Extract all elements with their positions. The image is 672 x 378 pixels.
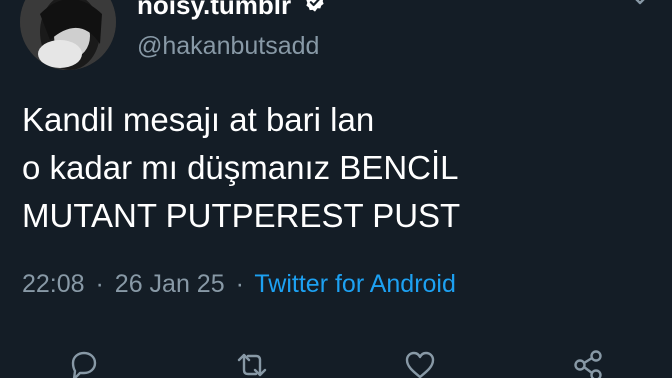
chevron-down-icon[interactable] — [628, 0, 652, 8]
tweet-text-line: MUTANT PUTPEREST PUST — [22, 197, 461, 234]
share-icon — [574, 350, 602, 378]
tweet-date: 26 Jan 25 — [114, 270, 225, 298]
tweet-meta: 22:08 · 26 Jan 25 · Twitter for Android — [22, 270, 456, 299]
display-name[interactable]: noisy.tumblr — [137, 0, 291, 21]
heart-icon — [405, 351, 435, 378]
share-button[interactable] — [571, 348, 605, 378]
user-handle[interactable]: @hakanbutsadd — [137, 32, 319, 61]
tweet-text: Kandil mesajı at bari lan o kadar mı düş… — [22, 96, 652, 240]
avatar-image — [20, 0, 116, 70]
meta-separator: · — [235, 270, 244, 298]
tweet-source-link[interactable]: Twitter for Android — [254, 270, 455, 298]
tweet-text-line: Kandil mesajı at bari lan — [22, 101, 375, 138]
reply-button[interactable] — [67, 348, 101, 378]
meta-separator: · — [95, 270, 104, 298]
tweet-time: 22:08 — [22, 270, 85, 298]
reply-icon — [71, 351, 97, 378]
like-button[interactable] — [403, 348, 437, 378]
retweet-icon — [237, 353, 267, 377]
retweet-button[interactable] — [235, 348, 269, 378]
verified-badge-icon — [304, 0, 326, 13]
avatar[interactable] — [20, 0, 116, 70]
tweet-text-line: o kadar mı düşmanız BENCİL — [22, 149, 459, 186]
